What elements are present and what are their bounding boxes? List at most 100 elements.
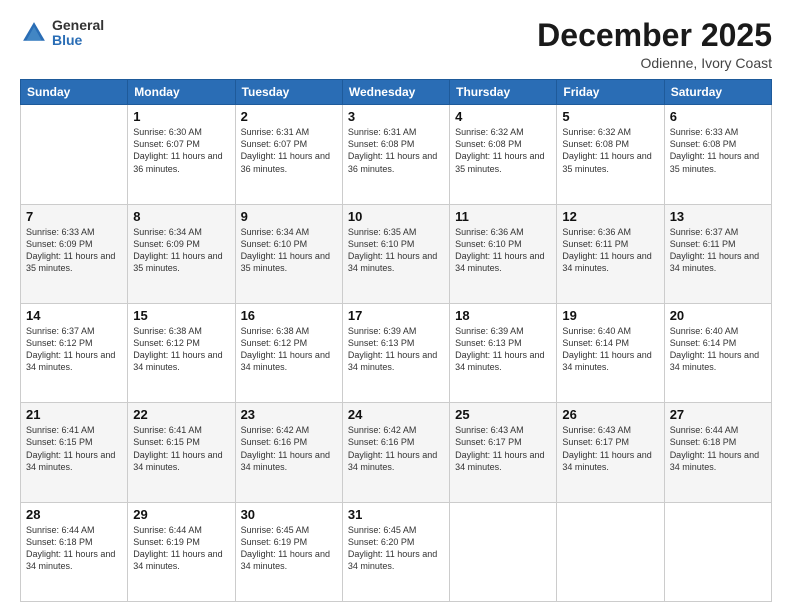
calendar-header-friday: Friday [557,80,664,105]
calendar-header-tuesday: Tuesday [235,80,342,105]
logo: General Blue [20,18,104,49]
calendar-cell: 23Sunrise: 6:42 AMSunset: 6:16 PMDayligh… [235,403,342,502]
day-number: 3 [348,109,444,124]
day-number: 19 [562,308,658,323]
day-number: 15 [133,308,229,323]
day-number: 6 [670,109,766,124]
header: General Blue December 2025 Odienne, Ivor… [20,18,772,71]
logo-blue: Blue [52,32,82,48]
month-title: December 2025 [537,18,772,53]
day-number: 26 [562,407,658,422]
calendar-cell [21,105,128,204]
calendar-cell: 27 Sunrise: 6:44 AMSunset: 6:18 PMDayligh… [664,403,771,502]
calendar-cell: 6 Sunrise: 6:33 AMSunset: 6:08 PMDaylight… [664,105,771,204]
day-info: Sunrise: 6:32 AMSunset: 6:08 PMDaylight:… [455,126,551,175]
calendar-week-1: 1Sunrise: 6:30 AMSunset: 6:07 PMDaylight… [21,105,772,204]
calendar-cell: 22 Sunrise: 6:41 AMSunset: 6:15 PMDayligh… [128,403,235,502]
day-number: 31 [348,507,444,522]
calendar-cell: 16 Sunrise: 6:38 AMSunset: 6:12 PMDayligh… [235,303,342,402]
day-info: Sunrise: 6:41 AMSunset: 6:15 PMDaylight:… [133,424,229,473]
day-info: Sunrise: 6:44 AMSunset: 6:18 PMDaylight:… [670,424,766,473]
day-info: Sunrise: 6:44 AMSunset: 6:18 PMDaylight:… [26,524,122,573]
day-number: 14 [26,308,122,323]
logo-text: General Blue [52,18,104,49]
calendar-cell: 18 Sunrise: 6:39 AMSunset: 6:13 PMDayligh… [450,303,557,402]
day-number: 20 [670,308,766,323]
calendar-cell: 5Sunrise: 6:32 AMSunset: 6:08 PMDaylight… [557,105,664,204]
calendar-cell [557,502,664,601]
calendar-cell: 15 Sunrise: 6:38 AMSunset: 6:12 PMDayligh… [128,303,235,402]
day-number: 18 [455,308,551,323]
day-number: 25 [455,407,551,422]
day-info: Sunrise: 6:32 AMSunset: 6:08 PMDaylight:… [562,126,658,175]
day-number: 27 [670,407,766,422]
day-info: Sunrise: 6:39 AMSunset: 6:13 PMDaylight:… [348,325,444,374]
day-info: Sunrise: 6:42 AMSunset: 6:16 PMDaylight:… [241,424,337,473]
day-info: Sunrise: 6:33 AMSunset: 6:08 PMDaylight:… [670,126,766,175]
calendar-cell: 20 Sunrise: 6:40 AMSunset: 6:14 PMDayligh… [664,303,771,402]
calendar-cell [450,502,557,601]
day-info: Sunrise: 6:43 AMSunset: 6:17 PMDaylight:… [455,424,551,473]
calendar-header-monday: Monday [128,80,235,105]
calendar-cell: 24Sunrise: 6:42 AMSunset: 6:16 PMDayligh… [342,403,449,502]
calendar-cell: 14Sunrise: 6:37 AMSunset: 6:12 PMDayligh… [21,303,128,402]
day-number: 10 [348,209,444,224]
day-info: Sunrise: 6:36 AMSunset: 6:11 PMDaylight:… [562,226,658,275]
calendar-week-5: 28 Sunrise: 6:44 AMSunset: 6:18 PMDayligh… [21,502,772,601]
day-info: Sunrise: 6:35 AMSunset: 6:10 PMDaylight:… [348,226,444,275]
calendar-cell: 10 Sunrise: 6:35 AMSunset: 6:10 PMDayligh… [342,204,449,303]
day-info: Sunrise: 6:34 AMSunset: 6:10 PMDaylight:… [241,226,337,275]
calendar-table: SundayMondayTuesdayWednesdayThursdayFrid… [20,79,772,602]
day-info: Sunrise: 6:44 AMSunset: 6:19 PMDaylight:… [133,524,229,573]
day-info: Sunrise: 6:33 AMSunset: 6:09 PMDaylight:… [26,226,122,275]
day-number: 9 [241,209,337,224]
day-info: Sunrise: 6:31 AMSunset: 6:07 PMDaylight:… [241,126,337,175]
calendar-week-4: 21 Sunrise: 6:41 AMSunset: 6:15 PMDayligh… [21,403,772,502]
logo-icon [20,19,48,47]
calendar-cell: 31 Sunrise: 6:45 AMSunset: 6:20 PMDayligh… [342,502,449,601]
calendar-cell: 7Sunrise: 6:33 AMSunset: 6:09 PMDaylight… [21,204,128,303]
day-number: 21 [26,407,122,422]
calendar-cell: 3 Sunrise: 6:31 AMSunset: 6:08 PMDaylight… [342,105,449,204]
day-number: 11 [455,209,551,224]
day-number: 29 [133,507,229,522]
day-info: Sunrise: 6:30 AMSunset: 6:07 PMDaylight:… [133,126,229,175]
location: Odienne, Ivory Coast [537,55,772,71]
calendar-header-saturday: Saturday [664,80,771,105]
calendar-week-3: 14Sunrise: 6:37 AMSunset: 6:12 PMDayligh… [21,303,772,402]
day-info: Sunrise: 6:40 AMSunset: 6:14 PMDaylight:… [562,325,658,374]
day-info: Sunrise: 6:41 AMSunset: 6:15 PMDaylight:… [26,424,122,473]
day-info: Sunrise: 6:40 AMSunset: 6:14 PMDaylight:… [670,325,766,374]
day-number: 30 [241,507,337,522]
calendar-cell: 13Sunrise: 6:37 AMSunset: 6:11 PMDayligh… [664,204,771,303]
calendar-cell: 11 Sunrise: 6:36 AMSunset: 6:10 PMDayligh… [450,204,557,303]
calendar-header-thursday: Thursday [450,80,557,105]
calendar-cell: 29 Sunrise: 6:44 AMSunset: 6:19 PMDayligh… [128,502,235,601]
day-number: 22 [133,407,229,422]
day-number: 13 [670,209,766,224]
calendar-cell: 21 Sunrise: 6:41 AMSunset: 6:15 PMDayligh… [21,403,128,502]
calendar-header-wednesday: Wednesday [342,80,449,105]
day-info: Sunrise: 6:39 AMSunset: 6:13 PMDaylight:… [455,325,551,374]
day-number: 28 [26,507,122,522]
day-number: 12 [562,209,658,224]
calendar-cell [664,502,771,601]
calendar-cell: 1Sunrise: 6:30 AMSunset: 6:07 PMDaylight… [128,105,235,204]
page: General Blue December 2025 Odienne, Ivor… [0,0,792,612]
day-info: Sunrise: 6:36 AMSunset: 6:10 PMDaylight:… [455,226,551,275]
day-number: 16 [241,308,337,323]
day-number: 4 [455,109,551,124]
day-info: Sunrise: 6:38 AMSunset: 6:12 PMDaylight:… [133,325,229,374]
calendar-cell: 2Sunrise: 6:31 AMSunset: 6:07 PMDaylight… [235,105,342,204]
calendar-cell: 8Sunrise: 6:34 AMSunset: 6:09 PMDaylight… [128,204,235,303]
day-info: Sunrise: 6:38 AMSunset: 6:12 PMDaylight:… [241,325,337,374]
calendar-header-sunday: Sunday [21,80,128,105]
day-number: 17 [348,308,444,323]
calendar-header-row: SundayMondayTuesdayWednesdayThursdayFrid… [21,80,772,105]
day-number: 24 [348,407,444,422]
logo-general: General [52,17,104,33]
day-info: Sunrise: 6:34 AMSunset: 6:09 PMDaylight:… [133,226,229,275]
calendar-cell: 4 Sunrise: 6:32 AMSunset: 6:08 PMDaylight… [450,105,557,204]
day-info: Sunrise: 6:45 AMSunset: 6:20 PMDaylight:… [348,524,444,573]
day-info: Sunrise: 6:31 AMSunset: 6:08 PMDaylight:… [348,126,444,175]
